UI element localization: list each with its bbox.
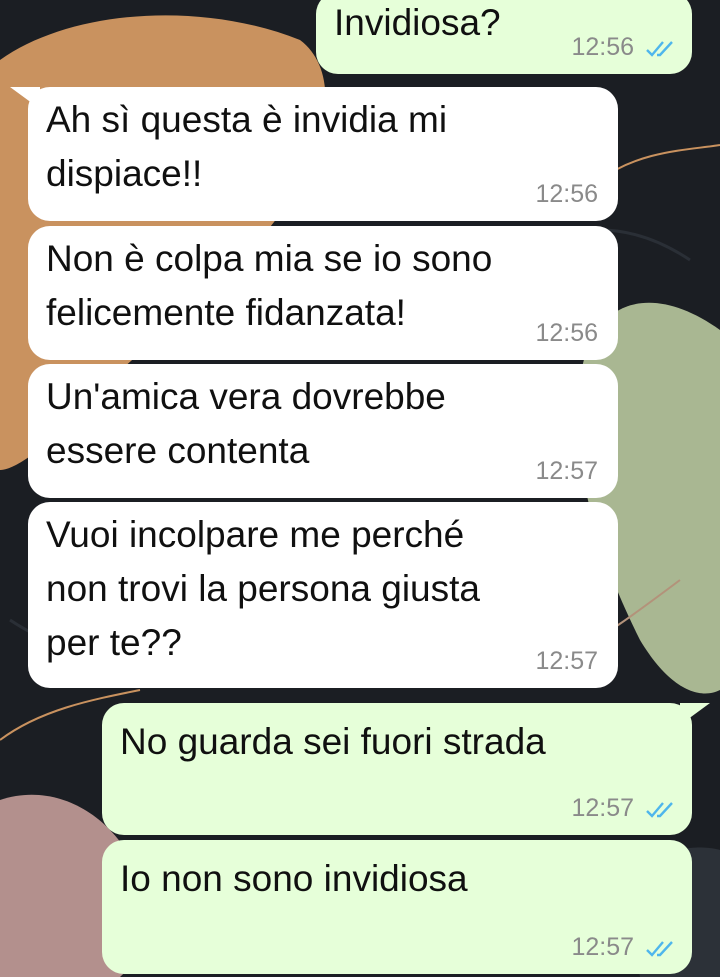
message-bubble-incoming[interactable]: Ah sì questa è invidia mi dispiace!! 12:… — [28, 87, 618, 221]
message-timestamp: 12:56 — [571, 33, 634, 61]
message-timestamp: 12:57 — [535, 457, 598, 485]
message-bubble-incoming[interactable]: Un'amica vera dovrebbe essere contenta 1… — [28, 364, 618, 498]
read-receipt-icon — [646, 941, 673, 957]
message-timestamp: 12:57 — [571, 933, 634, 961]
bubble-tail — [10, 87, 40, 109]
message-text: Un'amica vera dovrebbe essere contenta — [46, 376, 446, 471]
message-bubble-outgoing[interactable]: Io non sono invidiosa 12:57 — [102, 840, 692, 974]
message-text: Ah sì questa è invidia mi dispiace!! — [46, 99, 448, 194]
read-receipt-icon — [646, 802, 673, 818]
message-bubble-outgoing[interactable]: No guarda sei fuori strada 12:57 — [102, 703, 692, 835]
message-timestamp: 12:57 — [535, 647, 598, 675]
message-timestamp: 12:57 — [571, 794, 634, 822]
message-text: Io non sono invidiosa — [120, 858, 468, 899]
message-timestamp: 12:56 — [535, 180, 598, 208]
message-timestamp: 12:56 — [535, 319, 598, 347]
bubble-tail — [680, 703, 710, 725]
message-bubble-incoming[interactable]: Vuoi incolpare me perché non trovi la pe… — [28, 502, 618, 688]
message-text: Non è colpa mia se io sono felicemente f… — [46, 238, 493, 333]
message-text: Vuoi incolpare me perché non trovi la pe… — [46, 514, 480, 663]
message-bubble-outgoing[interactable]: Invidiosa? 12:56 — [316, 0, 692, 74]
read-receipt-icon — [646, 41, 673, 57]
message-bubble-incoming[interactable]: Non è colpa mia se io sono felicemente f… — [28, 226, 618, 360]
message-text: No guarda sei fuori strada — [120, 721, 546, 762]
